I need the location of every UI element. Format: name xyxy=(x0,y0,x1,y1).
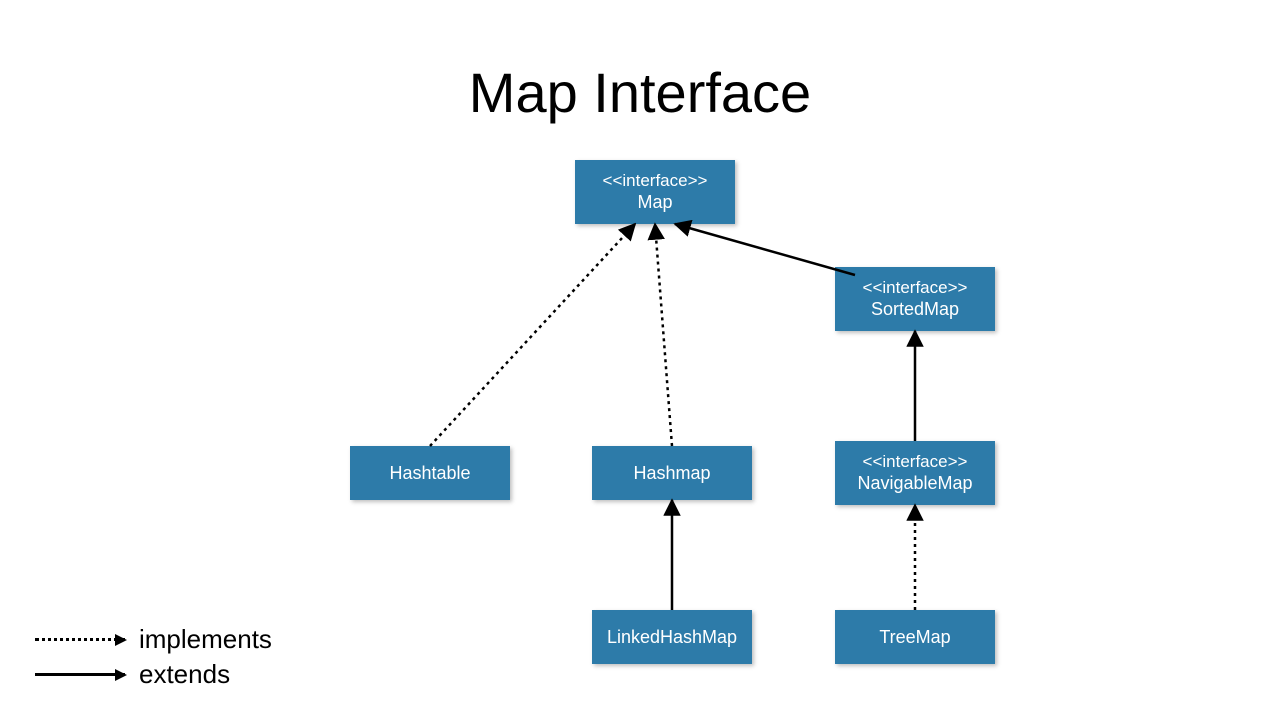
node-label: TreeMap xyxy=(879,626,950,649)
legend: implements extends xyxy=(35,620,272,690)
legend-line-solid-icon xyxy=(35,673,125,676)
legend-label: extends xyxy=(139,659,230,690)
node-label: NavigableMap xyxy=(857,472,972,495)
node-label: Map xyxy=(637,191,672,214)
node-linkedhashmap-class: LinkedHashMap xyxy=(592,610,752,664)
legend-line-dashed-icon xyxy=(35,638,125,641)
stereotype-label: <<interface>> xyxy=(863,451,968,472)
stereotype-label: <<interface>> xyxy=(603,170,708,191)
node-sortedmap-interface: <<interface>> SortedMap xyxy=(835,267,995,331)
edge-sortedmap-to-map xyxy=(675,224,855,275)
legend-row-extends: extends xyxy=(35,659,272,690)
node-label: SortedMap xyxy=(871,298,959,321)
node-hashtable-class: Hashtable xyxy=(350,446,510,500)
legend-row-implements: implements xyxy=(35,624,272,655)
node-label: LinkedHashMap xyxy=(607,626,737,649)
node-label: Hashmap xyxy=(633,462,710,485)
node-label: Hashtable xyxy=(389,462,470,485)
diagram-title: Map Interface xyxy=(469,60,811,125)
stereotype-label: <<interface>> xyxy=(863,277,968,298)
node-map-interface: <<interface>> Map xyxy=(575,160,735,224)
node-hashmap-class: Hashmap xyxy=(592,446,752,500)
edge-hashmap-to-map xyxy=(655,224,672,446)
node-navigablemap-interface: <<interface>> NavigableMap xyxy=(835,441,995,505)
edge-hashtable-to-map xyxy=(430,224,635,446)
legend-label: implements xyxy=(139,624,272,655)
node-treemap-class: TreeMap xyxy=(835,610,995,664)
